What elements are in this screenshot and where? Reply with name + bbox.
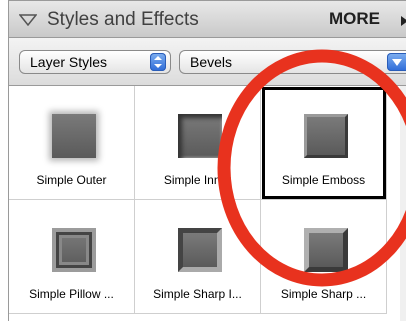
style-tile-simple-sharp-inner[interactable]: Simple Sharp I... [135, 200, 261, 314]
style-tile-label: Simple Sharp I... [153, 287, 242, 301]
style-tile-grid: Simple Outer Simple Inner Simple Emboss … [8, 86, 406, 321]
bevel-preview-swatch [304, 114, 348, 158]
triangle-down-icon[interactable] [19, 14, 37, 26]
category-select-value: Layer Styles [30, 54, 108, 70]
panel-title: Styles and Effects [47, 9, 199, 30]
style-tile-label: Simple Sharp ... [280, 287, 367, 301]
style-tile-label: Simple Emboss [281, 173, 366, 187]
panel-header[interactable]: Styles and Effects MORE [8, 0, 406, 38]
subcategory-select[interactable]: Bevels [179, 50, 406, 74]
filter-toolbar: Layer Styles Bevels [8, 38, 406, 86]
subcategory-select-value: Bevels [190, 54, 233, 70]
style-tile-simple-outer[interactable]: Simple Outer [9, 86, 135, 200]
triangle-right-icon[interactable] [401, 16, 406, 26]
bevel-preview-swatch [52, 228, 96, 272]
bevel-preview-swatch [178, 228, 222, 272]
style-tile-simple-sharp-outer[interactable]: Simple Sharp ... [261, 200, 387, 314]
stepper-icon[interactable] [150, 53, 166, 71]
styles-and-effects-panel: Styles and Effects MORE Layer Styles Bev… [0, 0, 406, 321]
style-tile-label: Simple Inner [163, 173, 232, 187]
more-menu-button[interactable]: MORE [329, 9, 380, 29]
style-tile-label: Simple Pillow ... [29, 287, 114, 301]
style-tile-label: Simple Outer [36, 173, 107, 187]
style-tile-simple-inner[interactable]: Simple Inner [135, 86, 261, 200]
style-tile-simple-emboss[interactable]: Simple Emboss [261, 86, 387, 200]
bevel-preview-swatch [178, 114, 222, 158]
chevron-down-icon[interactable] [387, 53, 406, 71]
bevel-preview-swatch [304, 228, 348, 272]
bevel-preview-swatch [52, 114, 96, 158]
category-select[interactable]: Layer Styles [19, 50, 171, 74]
scrollbar-track[interactable] [400, 86, 406, 321]
style-tile-simple-pillow[interactable]: Simple Pillow ... [9, 200, 135, 314]
